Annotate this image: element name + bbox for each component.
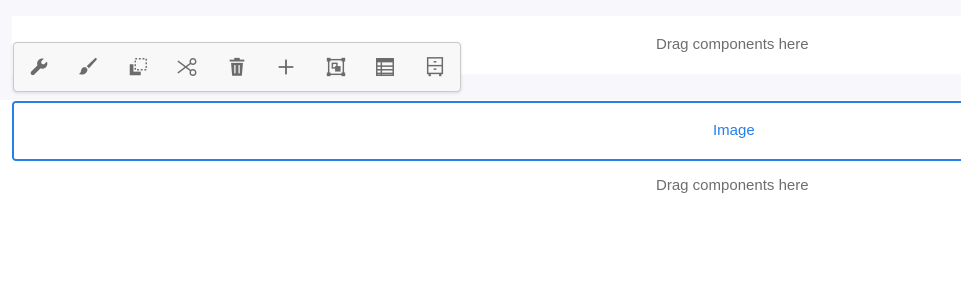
delete-button[interactable] xyxy=(212,43,262,91)
insert-button[interactable] xyxy=(262,43,312,91)
editor-canvas: Drag components here Image Drag componen… xyxy=(0,0,961,286)
layout-button[interactable] xyxy=(361,43,411,91)
drop-zone-bottom-label: Drag components here xyxy=(656,177,809,194)
trash-icon xyxy=(229,57,245,76)
group-button[interactable] xyxy=(311,43,361,91)
scissors-icon xyxy=(177,58,197,76)
configure-button[interactable] xyxy=(14,43,64,91)
image-component-label: Image xyxy=(713,122,755,139)
plus-icon xyxy=(278,59,294,75)
drop-zone-top-label: Drag components here xyxy=(656,36,809,53)
container-icon xyxy=(426,57,443,77)
group-icon xyxy=(326,57,345,77)
cut-button[interactable] xyxy=(163,43,213,91)
copy-icon xyxy=(129,58,147,76)
style-button[interactable] xyxy=(64,43,114,91)
wrench-icon xyxy=(30,58,48,76)
image-component[interactable] xyxy=(12,101,961,161)
component-toolbar xyxy=(13,42,461,92)
layout-icon xyxy=(376,58,395,76)
parent-button[interactable] xyxy=(410,43,460,91)
copy-button[interactable] xyxy=(113,43,163,91)
brush-icon xyxy=(79,57,97,75)
